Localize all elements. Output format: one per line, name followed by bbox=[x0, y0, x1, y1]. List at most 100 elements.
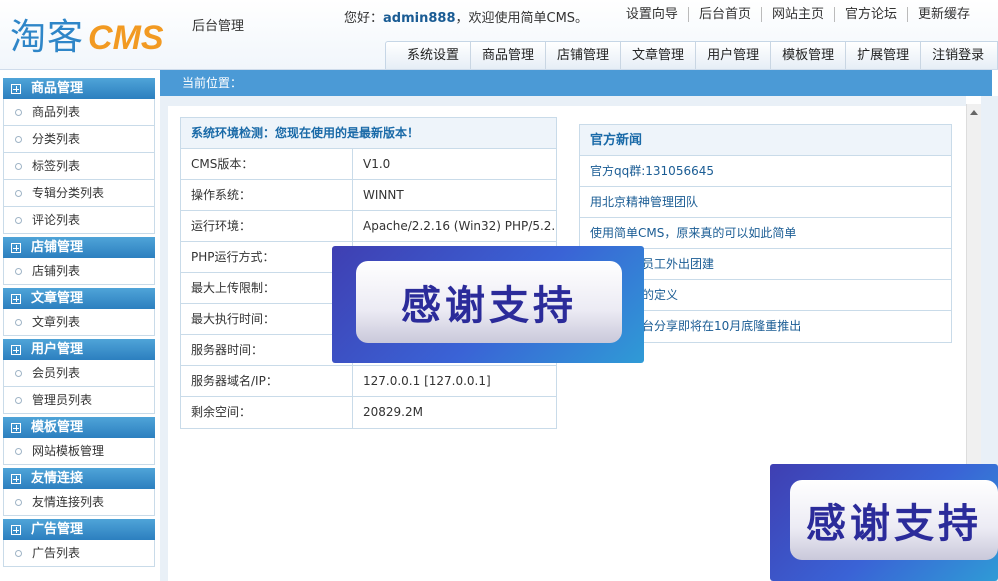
sidebar-item-category-list[interactable]: 分类列表 bbox=[3, 126, 155, 153]
nav-system-settings[interactable]: 系统设置 bbox=[396, 42, 470, 69]
logo[interactable]: 淘客 CMS bbox=[10, 8, 164, 58]
sidebar-item-member-list[interactable]: 会员列表 bbox=[3, 360, 155, 387]
sidebar-item-label: 管理员列表 bbox=[32, 393, 93, 407]
nav-logout[interactable]: 注销登录 bbox=[920, 42, 995, 69]
env-key: 服务器时间： bbox=[181, 335, 353, 365]
sidebar-item-comment-list[interactable]: 评论列表 bbox=[3, 207, 155, 234]
env-value: Apache/2.2.16 (Win32) PHP/5.2.14 bbox=[363, 219, 556, 233]
env-value: WINNT bbox=[363, 188, 404, 202]
sidebar-item-label: 评论列表 bbox=[32, 213, 81, 227]
sidebar-item-tag-list[interactable]: 标签列表 bbox=[3, 153, 155, 180]
sidebar-section-links[interactable]: 友情连接 bbox=[3, 468, 155, 489]
sidebar-section-goods[interactable]: 商品管理 bbox=[3, 78, 155, 99]
expand-icon bbox=[11, 473, 21, 484]
sidebar-section-articles[interactable]: 文章管理 bbox=[3, 288, 155, 309]
scroll-up-icon[interactable] bbox=[970, 110, 978, 115]
sidebar-section-label: 友情连接 bbox=[31, 471, 84, 486]
env-value: V1.0 bbox=[363, 157, 391, 171]
sidebar-section-label: 文章管理 bbox=[31, 291, 84, 306]
sidebar-section-label: 店铺管理 bbox=[31, 240, 84, 255]
expand-icon bbox=[11, 242, 21, 253]
sidebar-section-shops[interactable]: 店铺管理 bbox=[3, 237, 155, 258]
username: admin888 bbox=[383, 11, 456, 26]
sidebar: 商品管理 商品列表 分类列表 标签列表 专辑分类列表 评论列表 店铺管理 店铺列… bbox=[3, 78, 155, 567]
news-item[interactable]: 使用简单CMS，原来真的可以如此简单 bbox=[580, 218, 951, 249]
table-row: CMS版本： V1.0 bbox=[181, 149, 556, 180]
sidebar-item-link-list[interactable]: 友情连接列表 bbox=[3, 489, 155, 516]
sidebar-item-shop-list[interactable]: 店铺列表 bbox=[3, 258, 155, 285]
welcome-suffix: ，欢迎使用简单CMS。 bbox=[455, 11, 589, 26]
top-link-site-home[interactable]: 网站主页 bbox=[760, 7, 834, 22]
table-row: 剩余空间： 20829.2M bbox=[181, 397, 556, 428]
top-link-setup-wizard[interactable]: 设置向导 bbox=[616, 7, 688, 22]
nav-extensions[interactable]: 扩展管理 bbox=[845, 42, 920, 69]
bullet-icon bbox=[15, 370, 22, 377]
env-key: 运行环境： bbox=[181, 211, 353, 241]
thanks-overlay-badge: 感谢支持 bbox=[332, 246, 644, 363]
env-check-title: 系统环境检测：您现在使用的是最新版本！ bbox=[181, 118, 556, 149]
bullet-icon bbox=[15, 217, 22, 224]
thanks-overlay-badge-corner: 感谢支持 bbox=[770, 464, 998, 581]
expand-icon bbox=[11, 293, 21, 304]
welcome-text: 您好：admin888，欢迎使用简单CMS。 bbox=[344, 7, 588, 26]
sidebar-section-ads[interactable]: 广告管理 bbox=[3, 519, 155, 540]
top-link-forum[interactable]: 官方论坛 bbox=[833, 7, 907, 22]
env-key: 剩余空间： bbox=[181, 397, 353, 428]
bullet-icon bbox=[15, 190, 22, 197]
top-link-update-cache[interactable]: 更新缓存 bbox=[906, 7, 980, 22]
nav-shops[interactable]: 店铺管理 bbox=[545, 42, 620, 69]
sidebar-item-album-category-list[interactable]: 专辑分类列表 bbox=[3, 180, 155, 207]
news-item[interactable]: 官方qq群:131056645 bbox=[580, 156, 951, 187]
bullet-icon bbox=[15, 319, 22, 326]
bullet-icon bbox=[15, 448, 22, 455]
news-item[interactable]: 用北京精神管理团队 bbox=[580, 187, 951, 218]
welcome-prefix: 您好： bbox=[344, 11, 384, 26]
nav-templates[interactable]: 模板管理 bbox=[770, 42, 845, 69]
sidebar-section-label: 用户管理 bbox=[31, 342, 84, 357]
bullet-icon bbox=[15, 499, 22, 506]
thanks-overlay-text: 感谢支持 bbox=[790, 480, 998, 560]
bullet-icon bbox=[15, 397, 22, 404]
sidebar-item-label: 店铺列表 bbox=[32, 264, 81, 278]
logo-subtitle: 后台管理 bbox=[192, 19, 245, 34]
header: 淘客 CMS 后台管理 您好：admin888，欢迎使用简单CMS。 设置向导 … bbox=[0, 0, 998, 70]
sidebar-item-article-list[interactable]: 文章列表 bbox=[3, 309, 155, 336]
bullet-icon bbox=[15, 550, 22, 557]
env-key: 最大上传限制： bbox=[181, 273, 353, 303]
sidebar-item-label: 会员列表 bbox=[32, 366, 81, 380]
sidebar-item-label: 标签列表 bbox=[32, 159, 81, 173]
thanks-overlay-text: 感谢支持 bbox=[356, 261, 622, 343]
env-key: 最大执行时间： bbox=[181, 304, 353, 334]
main-nav: 系统设置 商品管理 店铺管理 文章管理 用户管理 模板管理 扩展管理 注销登录 bbox=[385, 41, 998, 69]
expand-icon bbox=[11, 422, 21, 433]
sidebar-item-label: 专辑分类列表 bbox=[32, 186, 105, 200]
sidebar-item-admin-list[interactable]: 管理员列表 bbox=[3, 387, 155, 414]
sidebar-item-label: 分类列表 bbox=[32, 132, 81, 146]
env-key: PHP运行方式： bbox=[181, 242, 353, 272]
sidebar-section-label: 商品管理 bbox=[31, 81, 84, 96]
sidebar-item-label: 友情连接列表 bbox=[32, 495, 105, 509]
sidebar-item-ad-list[interactable]: 广告列表 bbox=[3, 540, 155, 567]
logo-cms: CMS bbox=[88, 19, 164, 57]
env-value: 127.0.0.1 [127.0.0.1] bbox=[363, 374, 491, 388]
env-key: 操作系统： bbox=[181, 180, 353, 210]
table-row: 操作系统： WINNT bbox=[181, 180, 556, 211]
sidebar-section-label: 广告管理 bbox=[31, 522, 84, 537]
breadcrumb: 当前位置： bbox=[160, 70, 992, 96]
nav-goods[interactable]: 商品管理 bbox=[470, 42, 545, 69]
sidebar-item-label: 文章列表 bbox=[32, 315, 81, 329]
bullet-icon bbox=[15, 268, 22, 275]
sidebar-item-label: 网站模板管理 bbox=[32, 444, 105, 458]
news-title: 官方新闻 bbox=[580, 125, 951, 156]
nav-users[interactable]: 用户管理 bbox=[695, 42, 770, 69]
bullet-icon bbox=[15, 163, 22, 170]
env-value: 20829.2M bbox=[363, 405, 423, 419]
expand-icon bbox=[11, 344, 21, 355]
sidebar-item-site-template[interactable]: 网站模板管理 bbox=[3, 438, 155, 465]
sidebar-section-users[interactable]: 用户管理 bbox=[3, 339, 155, 360]
top-link-admin-home[interactable]: 后台首页 bbox=[687, 7, 761, 22]
sidebar-item-goods-list[interactable]: 商品列表 bbox=[3, 99, 155, 126]
sidebar-section-templates[interactable]: 模板管理 bbox=[3, 417, 155, 438]
nav-articles[interactable]: 文章管理 bbox=[620, 42, 695, 69]
bullet-icon bbox=[15, 109, 22, 116]
